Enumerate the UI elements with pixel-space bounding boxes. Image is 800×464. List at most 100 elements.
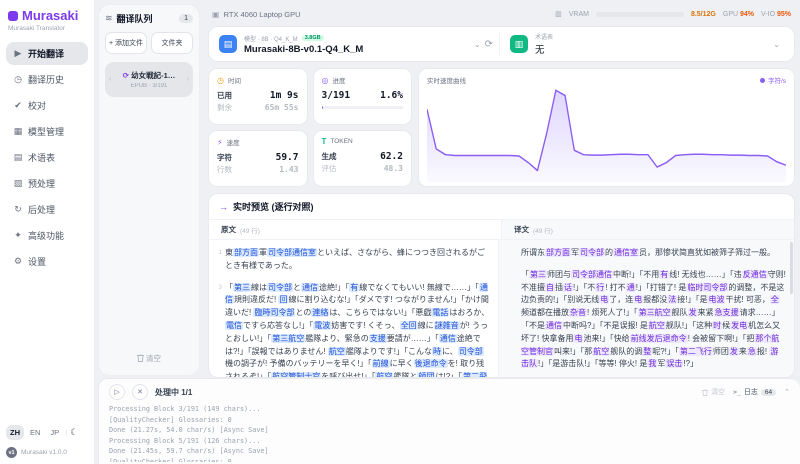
version-row: v1 Murasaki v1.0.0 bbox=[6, 447, 88, 458]
add-folder-button[interactable]: 文件夹 bbox=[151, 32, 193, 54]
term-highlight: 師団 bbox=[417, 372, 436, 377]
term-highlight: 航空 bbox=[375, 372, 394, 377]
collapse-console-icon[interactable]: ⌃ bbox=[784, 388, 790, 396]
sidebar: Murasaki Murasaki Translator ▶ 开始翻译 ◷ 翻译历史 ✔… bbox=[0, 0, 95, 464]
stop-button[interactable]: ✕ bbox=[132, 384, 148, 400]
queue-count-badge: 1 bbox=[179, 14, 193, 23]
gpu-name: RTX 4060 Laptop GPU bbox=[223, 9, 301, 19]
term-highlight: 电 bbox=[633, 295, 644, 305]
sidebar-nav: ▶ 开始翻译 ◷ 翻译历史 ✔ 校对 ▦ 模型管理 ▤ 术语表 ▧ 预处理 ↻ 后处理 ✦ 高级功能 ⚙ 设置 bbox=[6, 42, 88, 273]
model-management-icon: ▦ bbox=[13, 126, 23, 136]
term-highlight: 有 bbox=[349, 282, 360, 292]
logo-icon bbox=[8, 10, 18, 21]
paragraph-row: 3 「第三線は司令部と通信途絶!」「有線でなくてもいい! 無線で……」「通信規則違… bbox=[213, 282, 490, 377]
app-subtitle: Murasaki Translator bbox=[8, 25, 66, 32]
term-highlight: 臨時司令部 bbox=[253, 308, 296, 318]
vio-value: 95% bbox=[776, 10, 791, 18]
vram-icon: ▥ bbox=[555, 11, 562, 18]
model-selector[interactable]: ▤ 模型 · 8B · Q4_K_M 3.8GB Murasaki-8B-v0.1… bbox=[219, 34, 493, 55]
selector-row: ▤ 模型 · 8B · Q4_K_M 3.8GB Murasaki-8B-v0.1… bbox=[208, 26, 795, 62]
app-title: Murasaki bbox=[22, 8, 79, 23]
language-jp[interactable]: JP bbox=[46, 425, 63, 440]
token-eval: 48.3 bbox=[383, 164, 403, 173]
clock-icon: ◷ bbox=[217, 75, 224, 85]
model-size-badge: 3.8GB bbox=[301, 35, 324, 41]
sidebar-item-history[interactable]: ◷ 翻译历史 bbox=[6, 68, 88, 91]
dark-mode-icon[interactable]: ☾ bbox=[70, 427, 78, 438]
term-highlight: 電信 bbox=[225, 320, 243, 330]
log-line: Processing Block 5/191 (126 chars)... bbox=[109, 436, 261, 445]
sidebar-item-preprocess[interactable]: ▧ 预处理 bbox=[6, 172, 88, 195]
sidebar-item-label: 术语表 bbox=[28, 153, 56, 163]
token-generate: 62.2 bbox=[380, 151, 403, 162]
paragraph-text: 所谓东部方面军司令部的通信室员，那惨状简直犹如被筛子筛过一般。 bbox=[521, 248, 775, 257]
log-toggle[interactable]: >_ 日志 64 bbox=[733, 387, 777, 397]
refresh-icon[interactable]: ⟳ bbox=[485, 39, 493, 50]
terminal-icon: >_ bbox=[733, 388, 741, 396]
source-text-pane[interactable]: 1 東部方面軍司令部通信室といえば、さながら、蜂につつき回されるがごとき有様であっ… bbox=[209, 240, 498, 377]
time-elapsed: 1m 9s bbox=[269, 90, 299, 101]
sidebar-item-start-translate[interactable]: ▶ 开始翻译 bbox=[6, 42, 88, 65]
term-highlight: 我 bbox=[647, 359, 658, 369]
app-root: Murasaki Murasaki Translator ▶ 开始翻译 ◷ 翻译历史 ✔… bbox=[0, 0, 800, 464]
sidebar-item-glossary[interactable]: ▤ 术语表 bbox=[6, 146, 88, 169]
vram-bar bbox=[595, 11, 684, 17]
source-pane-header: 原文 (49 行) bbox=[221, 225, 260, 235]
term-highlight: 时 bbox=[712, 320, 723, 330]
term-highlight: 電波 bbox=[313, 320, 332, 330]
term-highlight: 发 bbox=[687, 308, 698, 318]
sidebar-item-label: 高级功能 bbox=[28, 231, 65, 241]
glossary-value: 无 bbox=[535, 45, 545, 56]
clear-log-button[interactable]: 清空 bbox=[702, 387, 725, 397]
term-highlight: 時 bbox=[431, 346, 442, 356]
model-icon: ▤ bbox=[219, 35, 237, 53]
log-line: [QualityChecker] Glossaries: 0 bbox=[109, 415, 232, 424]
term-highlight: 自 bbox=[545, 282, 555, 292]
language-en[interactable]: EN bbox=[26, 425, 44, 440]
sidebar-item-model-management[interactable]: ▦ 模型管理 bbox=[6, 120, 88, 143]
sidebar-item-label: 预处理 bbox=[28, 179, 56, 189]
legend-label: 字符/s bbox=[767, 78, 786, 85]
preview-title: 实时预览 (逐行对照) bbox=[233, 202, 314, 212]
term-highlight: 急 bbox=[746, 346, 757, 356]
lightning-icon: ⚡ bbox=[217, 137, 223, 147]
language-zh[interactable]: ZH bbox=[6, 425, 24, 440]
log-console: ▷ ✕ 处理中 1/1 清空 >_ 日志 64 ⌃ Processing Blo… bbox=[98, 378, 800, 464]
sidebar-item-settings[interactable]: ⚙ 设置 bbox=[6, 250, 88, 273]
model-meta: 模型 · 8B · Q4_K_M bbox=[244, 36, 298, 43]
term-highlight: 话 bbox=[563, 282, 573, 292]
chevron-down-icon[interactable]: ⌄ bbox=[773, 40, 780, 49]
log-line: [QualityChecker] Glossaries: 0 bbox=[109, 457, 232, 462]
paragraph-text: 東部方面軍司令部通信室といえば、さながら、蜂につつき回されるがごとき有様であった… bbox=[225, 248, 485, 270]
stats-grid: ◷ 时间 已用 1m 9s 剩余 65m 55s ◎ 进度 3/191 1.6% ⚡ 速度 … bbox=[208, 68, 412, 187]
queue-icon: ≋ bbox=[105, 13, 113, 23]
speed-card: ⚡ 速度 字符 59.7 行数 1.43 bbox=[208, 130, 308, 187]
resume-button[interactable]: ▷ bbox=[109, 384, 125, 400]
trash-icon bbox=[702, 388, 709, 396]
add-file-button[interactable]: + 添加文件 bbox=[105, 32, 147, 54]
token-icon: T bbox=[321, 137, 327, 146]
log-output[interactable]: Processing Block 3/191 (149 chars)... [Qu… bbox=[109, 404, 790, 462]
queue-item-title: 幼女戦記-1… bbox=[131, 71, 176, 80]
preview-scrollbar[interactable] bbox=[790, 242, 793, 294]
gpu-chip-icon: ▣ bbox=[212, 9, 220, 19]
chevron-down-icon[interactable]: ⌄ bbox=[474, 40, 481, 49]
term-highlight: 整 bbox=[642, 346, 653, 356]
queue-item[interactable]: ‹ ⟳ 幼女戦記-1… EPUB · 3/191 › bbox=[105, 62, 193, 97]
queue-title: 翻译队列 bbox=[116, 14, 153, 24]
term-highlight: 第二飞行 bbox=[678, 346, 713, 356]
model-name: Murasaki-8B-v0.1-Q4_K_M bbox=[244, 43, 364, 55]
term-highlight: 全 bbox=[769, 295, 780, 305]
target-text-pane[interactable]: 所谓东部方面军司令部的通信室员，那惨状简直犹如被筛子筛过一般。 「第三师团与司令部… bbox=[498, 240, 794, 377]
glossary-selector[interactable]: ▥ 术语表 无 ⌄ bbox=[499, 32, 784, 56]
term-highlight: 司令部通信 bbox=[571, 269, 613, 279]
move-right-icon[interactable]: › bbox=[187, 76, 189, 83]
clear-queue-button[interactable]: 清空 bbox=[105, 349, 193, 368]
vram-label: VRAM bbox=[568, 10, 589, 18]
term-highlight: 司令部通信室 bbox=[267, 248, 317, 257]
move-left-icon[interactable]: ‹ bbox=[109, 76, 111, 83]
sidebar-item-postprocess[interactable]: ↻ 后处理 bbox=[6, 198, 88, 221]
sidebar-item-proofread[interactable]: ✔ 校对 bbox=[6, 94, 88, 117]
sidebar-item-advanced[interactable]: ✦ 高级功能 bbox=[6, 224, 88, 247]
paragraph-text: 「第三線は司令部と通信途絶!」「有線でなくてもいい! 無線で……」「通信規則違反… bbox=[225, 282, 490, 377]
